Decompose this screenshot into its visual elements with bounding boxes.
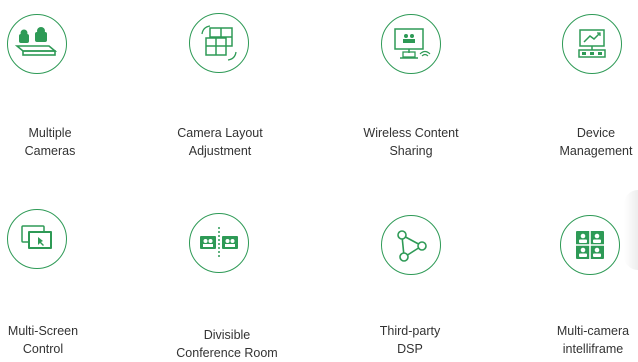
label-line-2: Control	[22, 342, 64, 356]
label-line-2: intelliframe	[562, 342, 624, 356]
label-line-1: Multi-camera	[556, 324, 630, 338]
feature-label: Multi-camera intelliframe	[518, 322, 638, 358]
intelliframe-icon	[560, 215, 620, 275]
label-line-2: Management	[559, 144, 633, 158]
feature-label: Third-party DSP	[335, 322, 485, 358]
label-line-1: Wireless Content	[363, 126, 459, 140]
label-line-2: Cameras	[24, 144, 76, 158]
feature-label: Divisible Conference Room	[152, 326, 302, 362]
label-line-1: Third-party	[379, 324, 441, 338]
label-line-1: Multi-Screen	[7, 324, 79, 338]
feature-label: Device Management	[521, 124, 638, 160]
label-line-2: Adjustment	[188, 144, 252, 158]
edge-shadow	[624, 190, 638, 270]
label-line-1: Divisible	[203, 328, 251, 342]
wireless-sharing-icon	[381, 14, 441, 74]
feature-label: Camera Layout Adjustment	[145, 124, 295, 160]
feature-label: Multiple Cameras	[0, 124, 125, 160]
label-line-2: Conference Room	[176, 346, 278, 360]
feature-label: Multi-Screen Control	[0, 322, 118, 358]
label-line-2: Sharing	[389, 144, 433, 158]
camera-layout-icon	[189, 13, 249, 73]
divisible-room-icon	[189, 213, 249, 273]
feature-label: Wireless Content Sharing	[336, 124, 486, 160]
multi-screen-icon	[7, 209, 67, 269]
label-line-1: Device	[576, 126, 616, 140]
multiple-cameras-icon	[7, 14, 67, 74]
device-management-icon	[562, 14, 622, 74]
label-line-1: Camera Layout	[177, 126, 263, 140]
label-line-1: Multiple	[28, 126, 72, 140]
label-line-2: DSP	[397, 342, 423, 356]
third-party-dsp-icon	[381, 215, 441, 275]
